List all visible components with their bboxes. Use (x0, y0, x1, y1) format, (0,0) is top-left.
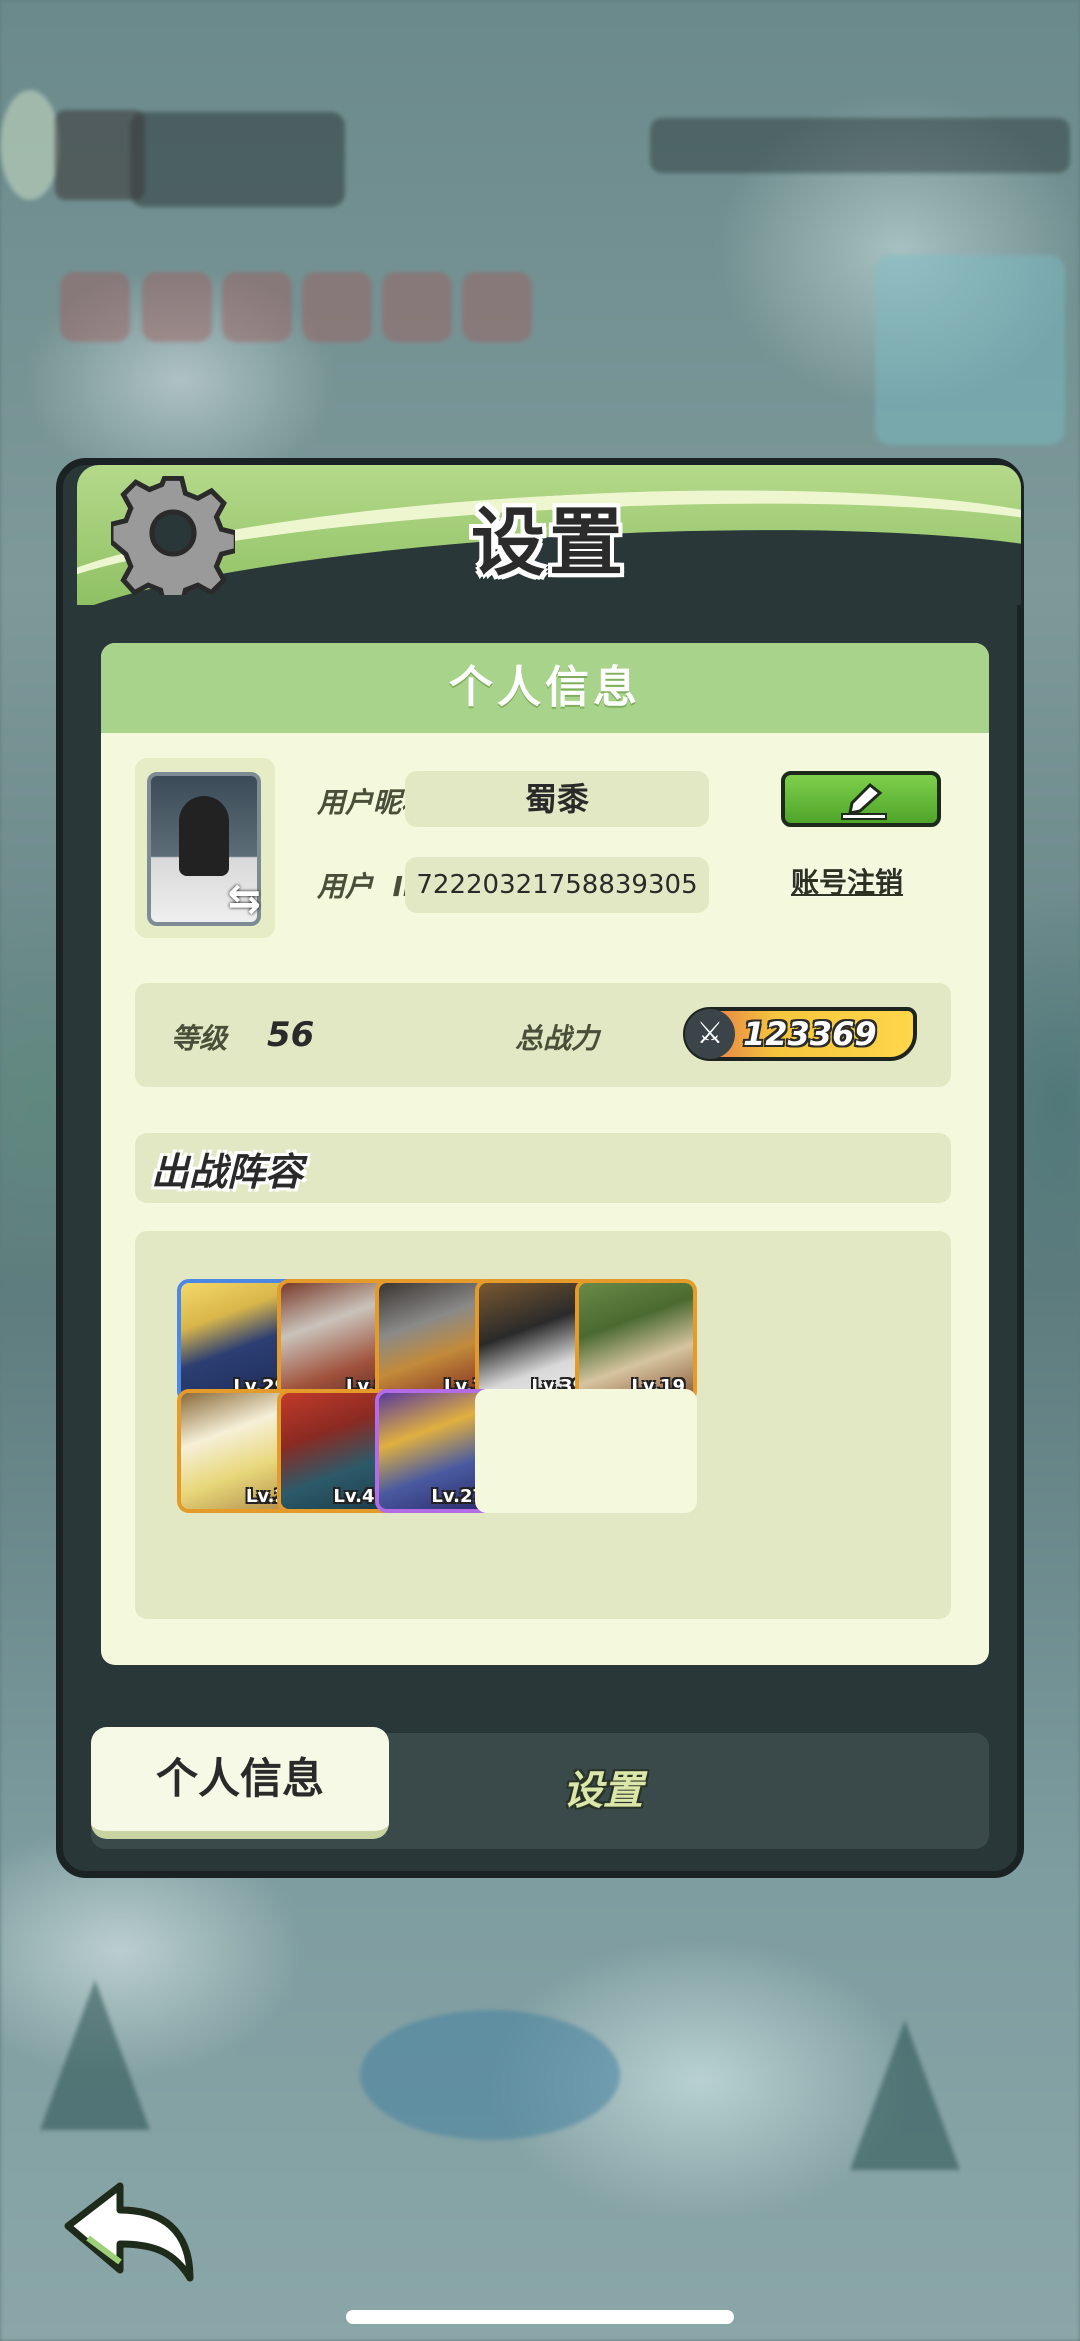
personal-info-card: 个人信息 ⇆ 用户昵称 蜀黍 用户 ID 72220321758839305 账… (101, 643, 989, 1665)
lineup-header: 出战阵容 (135, 1133, 951, 1203)
pencil-icon (841, 782, 887, 820)
hud-event-icon (60, 272, 130, 342)
tab-personal-info[interactable]: 个人信息 (91, 1727, 389, 1839)
avatar-frame[interactable]: ⇆ (135, 758, 275, 938)
hud-event-icon (462, 272, 532, 342)
hud-circle-button (0, 90, 60, 200)
avatar[interactable]: ⇆ (147, 772, 261, 926)
power-value: 123369 (743, 1015, 877, 1053)
panel-title: 设置 (471, 500, 627, 586)
lineup-grid: Lv.29 Lv.9 Lv.3 Lv.39 Lv.19 Lv.2 Lv.44 L… (135, 1231, 951, 1619)
panel-header: 设置 (77, 465, 1021, 605)
back-arrow-icon[interactable] (58, 2178, 198, 2286)
card-header: 个人信息 (101, 643, 989, 733)
hud-event-icon (302, 272, 372, 342)
level-label: 等级 (171, 1022, 228, 1055)
nickname-field: 蜀黍 (405, 771, 709, 827)
swap-avatar-icon: ⇆ (227, 876, 261, 922)
tree (40, 1980, 150, 2130)
pond (360, 2010, 620, 2140)
empty-hero-slot[interactable] (575, 1389, 697, 1513)
settings-panel: 设置 个人信息 ⇆ 用户昵称 蜀黍 用户 ID 7222032175883930… (56, 458, 1024, 1878)
edit-nickname-button[interactable] (781, 771, 941, 827)
tab-settings[interactable]: 设置 (483, 1733, 723, 1849)
hud-event-icon (142, 272, 212, 342)
hud-event-icon (382, 272, 452, 342)
minimap (875, 255, 1065, 445)
hero-slot[interactable]: Lv.19 (575, 1279, 697, 1403)
power-label: 总战力 (515, 1022, 600, 1055)
lineup-title: 出战阵容 (151, 1150, 304, 1194)
hud-resources (650, 118, 1070, 173)
tab-bar: 个人信息 设置 (91, 1727, 989, 1849)
home-indicator[interactable] (346, 2310, 734, 2324)
userid-field: 72220321758839305 (405, 857, 709, 913)
power-badge: ⚔ 123369 (683, 1007, 917, 1061)
level-value: 56 (267, 1015, 315, 1055)
stats-row: 等级 56 总战力 ⚔ 123369 (135, 983, 951, 1087)
hud-event-icon (222, 272, 292, 342)
cancel-account-link[interactable]: 账号注销 (791, 861, 903, 901)
crossed-swords-icon: ⚔ (685, 1009, 735, 1059)
hud-player-bar (130, 112, 345, 207)
tree (850, 2020, 960, 2170)
hud-avatar (55, 110, 145, 200)
